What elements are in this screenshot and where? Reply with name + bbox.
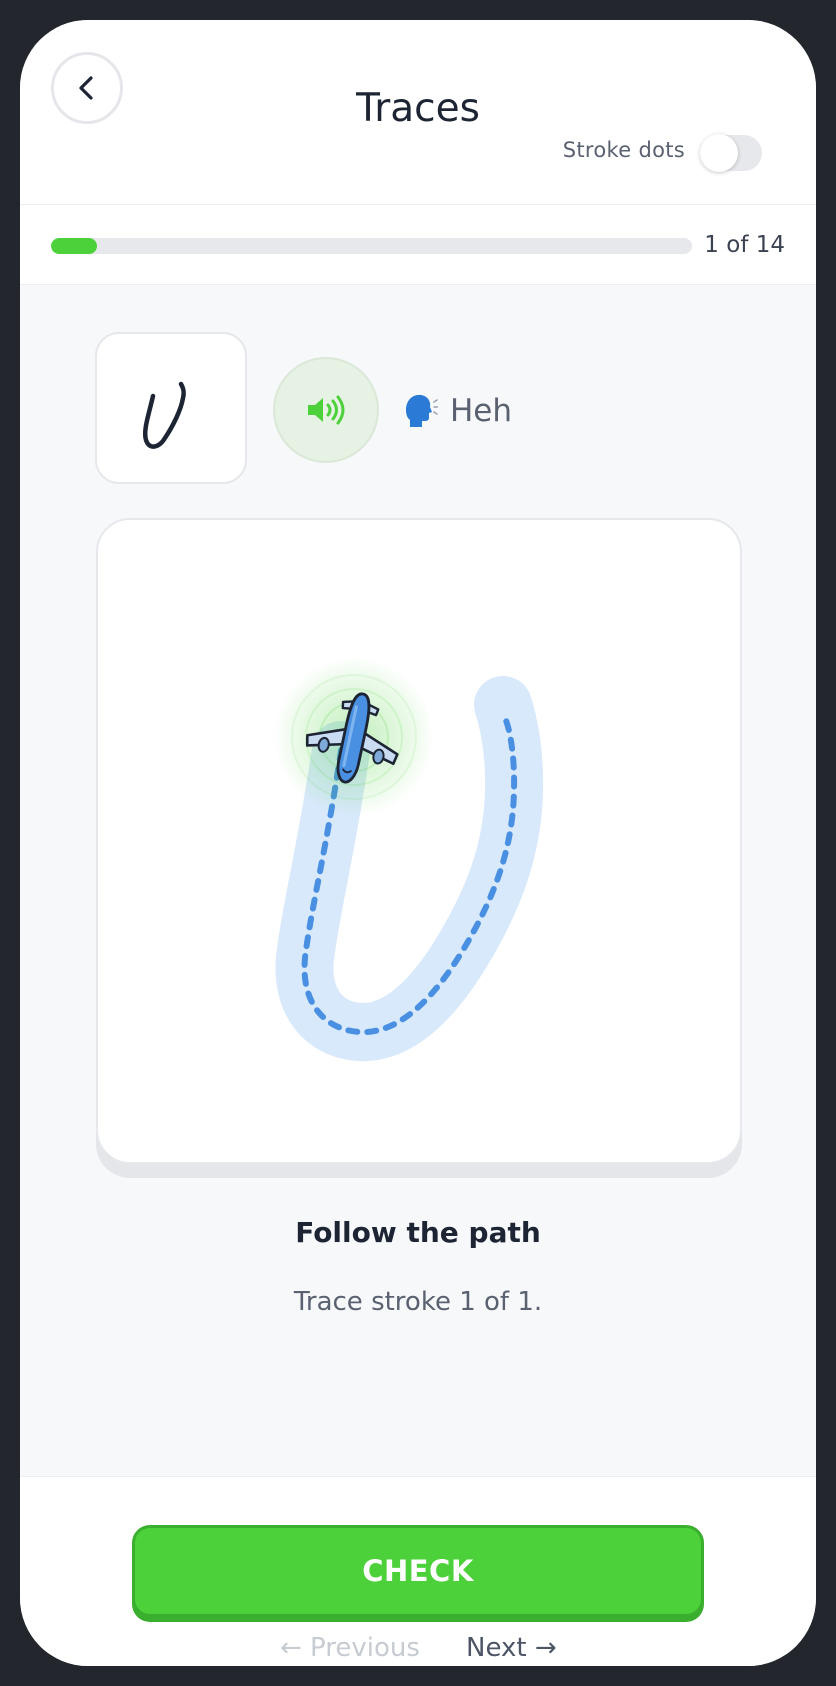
instruction-title: Follow the path — [295, 1216, 541, 1249]
footer: CHECK ← Previous Next → — [20, 1476, 816, 1666]
device-frame: Traces Stroke dots 1 of 14 Heh Follow th… — [0, 0, 836, 1686]
pronunciation-text: Heh — [450, 393, 513, 429]
tracing-canvas[interactable] — [96, 518, 742, 1164]
app-screen: Traces Stroke dots 1 of 14 Heh Follow th… — [20, 20, 816, 1666]
stroke-dots-label: Stroke dots — [562, 138, 685, 162]
progress-count: 1 of 14 — [704, 232, 785, 258]
handwritten-u-letter-icon — [143, 381, 186, 449]
pronunciation: Heh — [400, 390, 512, 432]
page-title: Traces — [356, 86, 480, 131]
stroke-dots-toggle[interactable] — [700, 134, 762, 172]
toggle-knob — [700, 134, 738, 172]
speaker-icon — [308, 395, 345, 425]
check-button[interactable]: CHECK — [132, 1525, 704, 1617]
instruction-subtitle: Trace stroke 1 of 1. — [293, 1287, 543, 1317]
progress-fill — [51, 238, 97, 254]
play-audio-button[interactable] — [273, 357, 379, 463]
trace-path-drawing — [274, 657, 544, 1061]
letter-card — [95, 332, 247, 484]
previous-button[interactable]: ← Previous — [280, 1633, 420, 1663]
progress-section: 1 of 14 — [20, 205, 816, 285]
header: Traces Stroke dots — [20, 20, 816, 205]
progress-bar — [51, 238, 692, 254]
next-button[interactable]: Next → — [466, 1633, 557, 1663]
speaking-head-icon — [406, 394, 438, 427]
